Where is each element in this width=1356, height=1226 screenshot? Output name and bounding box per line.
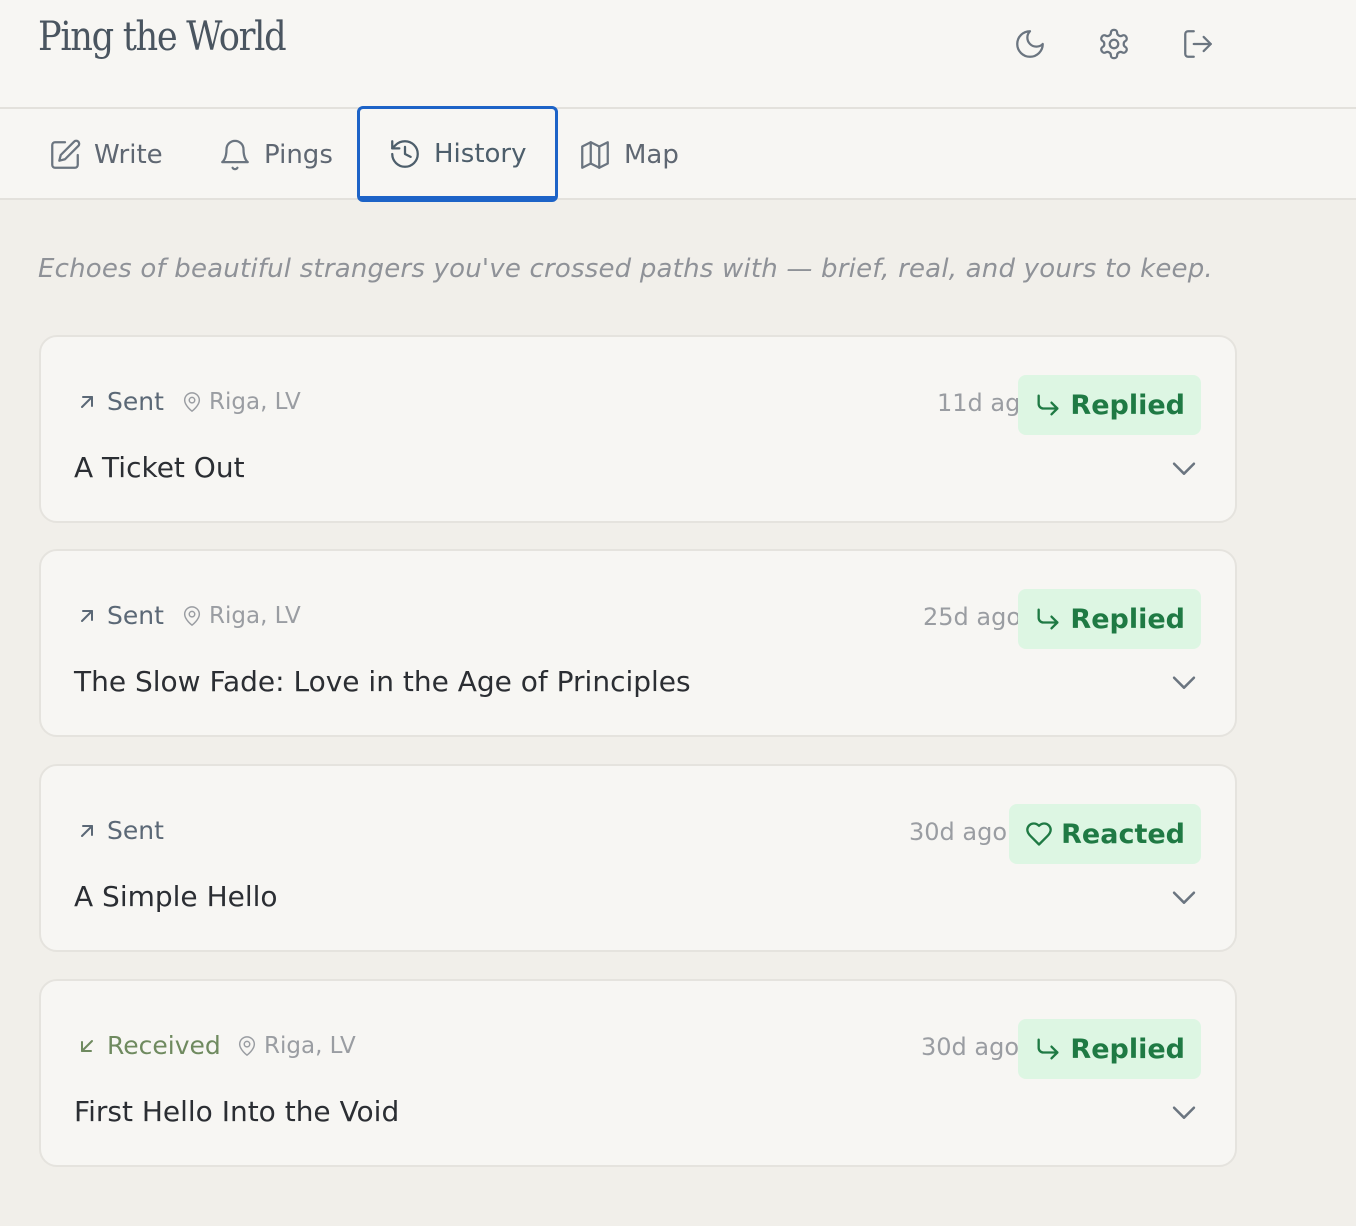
- status-label: Replied: [1070, 603, 1185, 635]
- expand-button[interactable]: [1167, 665, 1201, 699]
- arrow-up-right-icon: [81, 824, 93, 837]
- reply-forward-icon: [1037, 608, 1059, 630]
- heart-icon: [1026, 822, 1052, 846]
- tab-map-label: Map: [624, 139, 679, 170]
- reply-forward-icon: [1037, 1038, 1059, 1060]
- tab-write[interactable]: Write: [48, 109, 163, 200]
- history-card[interactable]: Received Riga, LV 30d ago Replied First …: [39, 979, 1237, 1167]
- location-label: Riga, LV: [264, 1033, 356, 1059]
- history-card[interactable]: Sent 30d ago Reacted A Simple Hello: [39, 764, 1237, 952]
- status-label: Replied: [1070, 1033, 1185, 1065]
- arrow-up-right-icon: [81, 609, 93, 622]
- app-header: Ping the World: [0, 0, 1356, 109]
- card-title: The Slow Fade: Love in the Age of Princi…: [74, 665, 691, 698]
- direction-label: Received: [107, 1031, 221, 1060]
- status-label: Reacted: [1061, 818, 1185, 850]
- chevron-down-icon: [1172, 462, 1196, 475]
- status-badge: Replied: [1018, 589, 1201, 649]
- reply-forward-icon: [1037, 394, 1059, 416]
- history-card[interactable]: Sent Riga, LV 11d ago Replied A Ticket O…: [39, 335, 1237, 523]
- bell-icon: [221, 139, 249, 170]
- expand-button[interactable]: [1167, 880, 1201, 914]
- status-badge: Replied: [1018, 1019, 1201, 1079]
- logout-icon: [1184, 30, 1212, 58]
- location: Riga, LV: [181, 603, 301, 629]
- direction-sent: Sent: [75, 387, 164, 416]
- arrow-up-right-icon: [81, 395, 93, 408]
- time-ago: 30d ago: [921, 1033, 1020, 1061]
- settings-button[interactable]: [1092, 22, 1136, 66]
- edit-icon: [51, 139, 81, 169]
- map-pin-icon: [238, 1036, 256, 1056]
- dark-mode-button[interactable]: [1008, 22, 1052, 66]
- card-title: A Simple Hello: [74, 880, 278, 913]
- location-label: Riga, LV: [209, 389, 301, 415]
- status-badge: Replied: [1018, 375, 1201, 435]
- tab-write-label: Write: [94, 139, 163, 170]
- direction-label: Sent: [107, 816, 164, 845]
- status-label: Replied: [1070, 389, 1185, 421]
- direction-sent: Sent: [75, 816, 164, 845]
- moon-icon: [1016, 30, 1044, 58]
- status-badge: Reacted: [1009, 804, 1201, 864]
- tab-pings-label: Pings: [264, 139, 333, 170]
- time-ago: 30d ago: [909, 818, 1008, 846]
- expand-button[interactable]: [1167, 451, 1201, 485]
- tab-history-label: History: [434, 139, 527, 169]
- map-pin-icon: [183, 392, 201, 412]
- arrow-down-left-icon: [81, 1039, 93, 1052]
- card-title: A Ticket Out: [74, 451, 245, 484]
- history-intro: Echoes of beautiful strangers you've cro…: [38, 254, 1213, 284]
- location: Riga, LV: [181, 389, 301, 415]
- card-title: First Hello Into the Void: [74, 1095, 400, 1128]
- direction-received: Received: [75, 1031, 221, 1060]
- logout-button[interactable]: [1176, 22, 1220, 66]
- direction-label: Sent: [107, 387, 164, 416]
- app-title: Ping the World: [38, 14, 287, 60]
- tab-history[interactable]: History: [357, 106, 558, 202]
- tab-map[interactable]: Map: [578, 109, 679, 200]
- time-ago: 25d ago: [923, 603, 1022, 631]
- expand-button[interactable]: [1167, 1095, 1201, 1129]
- map-icon: [581, 140, 609, 169]
- direction-label: Sent: [107, 601, 164, 630]
- direction-sent: Sent: [75, 601, 164, 630]
- chevron-down-icon: [1172, 891, 1196, 904]
- tab-bar: Write Pings History Map: [0, 106, 1356, 202]
- location: Riga, LV: [236, 1033, 356, 1059]
- history-card[interactable]: Sent Riga, LV 25d ago Replied The Slow F…: [39, 549, 1237, 737]
- history-icon: [391, 140, 419, 168]
- chevron-down-icon: [1172, 676, 1196, 689]
- chevron-down-icon: [1172, 1106, 1196, 1119]
- gear-icon: [1100, 28, 1128, 60]
- location-label: Riga, LV: [209, 603, 301, 629]
- tab-pings[interactable]: Pings: [218, 109, 333, 200]
- map-pin-icon: [183, 606, 201, 626]
